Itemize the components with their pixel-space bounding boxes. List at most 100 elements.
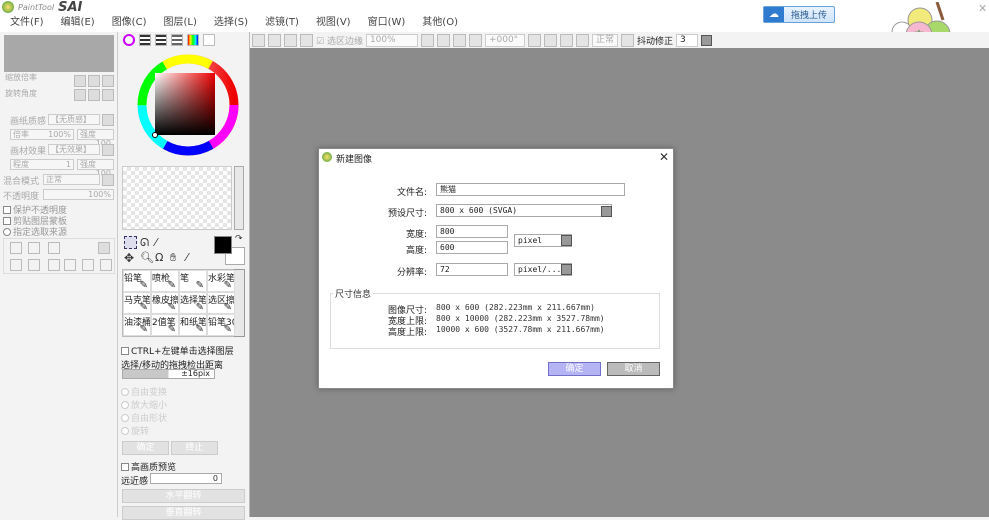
move-tool-icon[interactable]: ✥: [124, 251, 134, 265]
menu-filter[interactable]: 滤镜(T): [265, 14, 299, 32]
zoom-dropdown[interactable]: [420, 33, 434, 47]
merge-down-icon[interactable]: [10, 259, 22, 271]
new-layer-icon[interactable]: [10, 242, 22, 254]
transform-ok-button[interactable]: 确定: [122, 441, 169, 455]
hand-tool-icon[interactable]: ✋︎: [170, 251, 176, 265]
brush-slot[interactable]: 橡皮擦 ✎: [151, 292, 179, 314]
rotate-tool-icon[interactable]: Ω: [155, 251, 163, 264]
hq-preview-checkbox[interactable]: 高画质预览: [121, 460, 176, 473]
scratchpad[interactable]: [122, 166, 232, 230]
menu-edit[interactable]: 编辑(E): [61, 14, 95, 32]
color-wheel[interactable]: [137, 50, 239, 160]
opacity-slider[interactable]: 100%: [43, 189, 114, 200]
flip-button[interactable]: [620, 33, 634, 47]
scale-field[interactable]: 倍率 100%: [10, 129, 74, 140]
hsv-slider-tab-icon[interactable]: [155, 34, 167, 46]
nav-rotate-reset-button[interactable]: [102, 89, 114, 101]
perspective-field[interactable]: 0: [150, 473, 222, 484]
brush-slot[interactable]: 水彩笔 ✎: [207, 270, 235, 292]
menu-layer[interactable]: 图层(L): [163, 14, 196, 32]
menu-window[interactable]: 窗口(W): [368, 14, 406, 32]
stabilizer-dropdown[interactable]: [700, 34, 712, 46]
ok-button[interactable]: 确定: [548, 362, 601, 376]
nav-rotate-right-button[interactable]: [88, 89, 100, 101]
rotate-left-button[interactable]: [543, 33, 557, 47]
selection-tool-icon[interactable]: [124, 236, 137, 249]
stabilizer-field[interactable]: 3: [675, 33, 698, 47]
flip-horizontal-button[interactable]: 水平翻转: [122, 489, 245, 503]
magic-wand-icon[interactable]: ⁄: [155, 236, 157, 249]
selection-edge-checkbox[interactable]: ☑ 选区边缘: [316, 34, 363, 47]
invert-selection-button[interactable]: [300, 33, 313, 47]
layer-mask-icon[interactable]: [98, 242, 110, 254]
zoom-field[interactable]: 100%: [365, 33, 418, 47]
flip-vertical-button[interactable]: 垂直翻转: [122, 506, 245, 520]
nav-zoom-in-button[interactable]: [88, 75, 100, 87]
blend-mode-button[interactable]: 正常: [591, 33, 618, 47]
menu-image[interactable]: 图像(C): [112, 14, 147, 32]
preset-select[interactable]: 800 x 600 (SVGA): [436, 204, 612, 217]
new-folder-icon[interactable]: [48, 242, 60, 254]
brush-slot[interactable]: 2值笔 ✎: [151, 314, 179, 336]
redo-button[interactable]: [268, 33, 281, 47]
nav-zoom-reset-button[interactable]: [102, 75, 114, 87]
zoom-in-button[interactable]: [452, 33, 466, 47]
close-icon[interactable]: ✕: [978, 2, 987, 15]
blend-mode-dropdown[interactable]: [102, 174, 114, 186]
zoom-out-button[interactable]: [436, 33, 450, 47]
undo-button[interactable]: [252, 33, 265, 47]
scale-radio[interactable]: 放大缩小: [121, 398, 167, 411]
preset-dropdown[interactable]: [601, 206, 612, 217]
width-input[interactable]: 800: [436, 225, 508, 238]
scratchpad-scrollbar[interactable]: [234, 166, 244, 230]
paper-texture-dropdown[interactable]: [102, 114, 114, 126]
material-select[interactable]: 【无效果】: [48, 144, 100, 155]
lasso-tool-icon[interactable]: ᘏ: [140, 236, 149, 250]
brush-slot[interactable]: 油漆桶 ✎: [123, 314, 151, 336]
resolution-unit-dropdown[interactable]: [561, 264, 572, 275]
drag-distance-slider[interactable]: ±16pix: [122, 369, 215, 379]
brush-slot[interactable]: 马克笔 ✎: [123, 292, 151, 314]
flatten-icon[interactable]: [100, 259, 112, 271]
cancel-button[interactable]: 取消: [607, 362, 660, 376]
angle-dropdown[interactable]: [527, 33, 541, 47]
rotate-radio[interactable]: 旋转: [121, 424, 149, 437]
free-transform-radio[interactable]: 自由变换: [121, 385, 167, 398]
color-wheel-tab-icon[interactable]: [123, 34, 135, 46]
free-shape-radio[interactable]: 自由形状: [121, 411, 167, 424]
brush-slot[interactable]: 铅笔30 ✎: [207, 314, 235, 336]
swatch-tab-icon[interactable]: [187, 34, 199, 46]
mixer-tab-icon[interactable]: [171, 34, 183, 46]
zoom-reset-button[interactable]: [468, 33, 482, 47]
dialog-close-icon[interactable]: ✕: [659, 150, 669, 164]
rotate-reset-button[interactable]: [575, 33, 589, 47]
selection-source-radio[interactable]: 指定选取来源: [3, 225, 67, 238]
nav-zoom-out-button[interactable]: [74, 75, 86, 87]
clear-layer-icon[interactable]: [48, 259, 60, 271]
resolution-input[interactable]: 72: [436, 263, 508, 276]
brush-slot[interactable]: 笔 ✎: [179, 270, 207, 292]
rotate-right-button[interactable]: [559, 33, 573, 47]
brush-slot[interactable]: 和纸笔 ✎: [179, 314, 207, 336]
drag-upload-button[interactable]: ☁ 拖拽上传: [763, 6, 835, 23]
rgb-slider-tab-icon[interactable]: [139, 34, 151, 46]
degree-field[interactable]: 程度 1: [10, 159, 74, 170]
brush-slot[interactable]: 选区擦 ✎: [207, 292, 235, 314]
filename-input[interactable]: 熊猫: [436, 183, 625, 196]
trash-icon[interactable]: [64, 259, 76, 271]
ctrl-select-layer-checkbox[interactable]: CTRL+左键单击选择图层: [121, 344, 234, 357]
menu-file[interactable]: 文件(F): [10, 14, 44, 32]
deselect-button[interactable]: [284, 33, 297, 47]
copy-layer-icon[interactable]: [82, 259, 94, 271]
height-input[interactable]: 600: [436, 241, 508, 254]
strength-field[interactable]: 强度100: [77, 129, 114, 148]
strength2-field[interactable]: 强度100: [77, 159, 114, 178]
brush-list-scrollbar[interactable]: [234, 269, 245, 337]
new-vector-layer-icon[interactable]: [28, 242, 40, 254]
material-dropdown[interactable]: [102, 144, 114, 156]
nav-rotate-left-button[interactable]: [74, 89, 86, 101]
navigator-preview[interactable]: [4, 35, 114, 72]
brush-slot[interactable]: 选择笔 ✎: [179, 292, 207, 314]
blend-mode-select[interactable]: 正常: [43, 174, 100, 185]
eyedropper-icon[interactable]: ⁄: [186, 251, 188, 264]
